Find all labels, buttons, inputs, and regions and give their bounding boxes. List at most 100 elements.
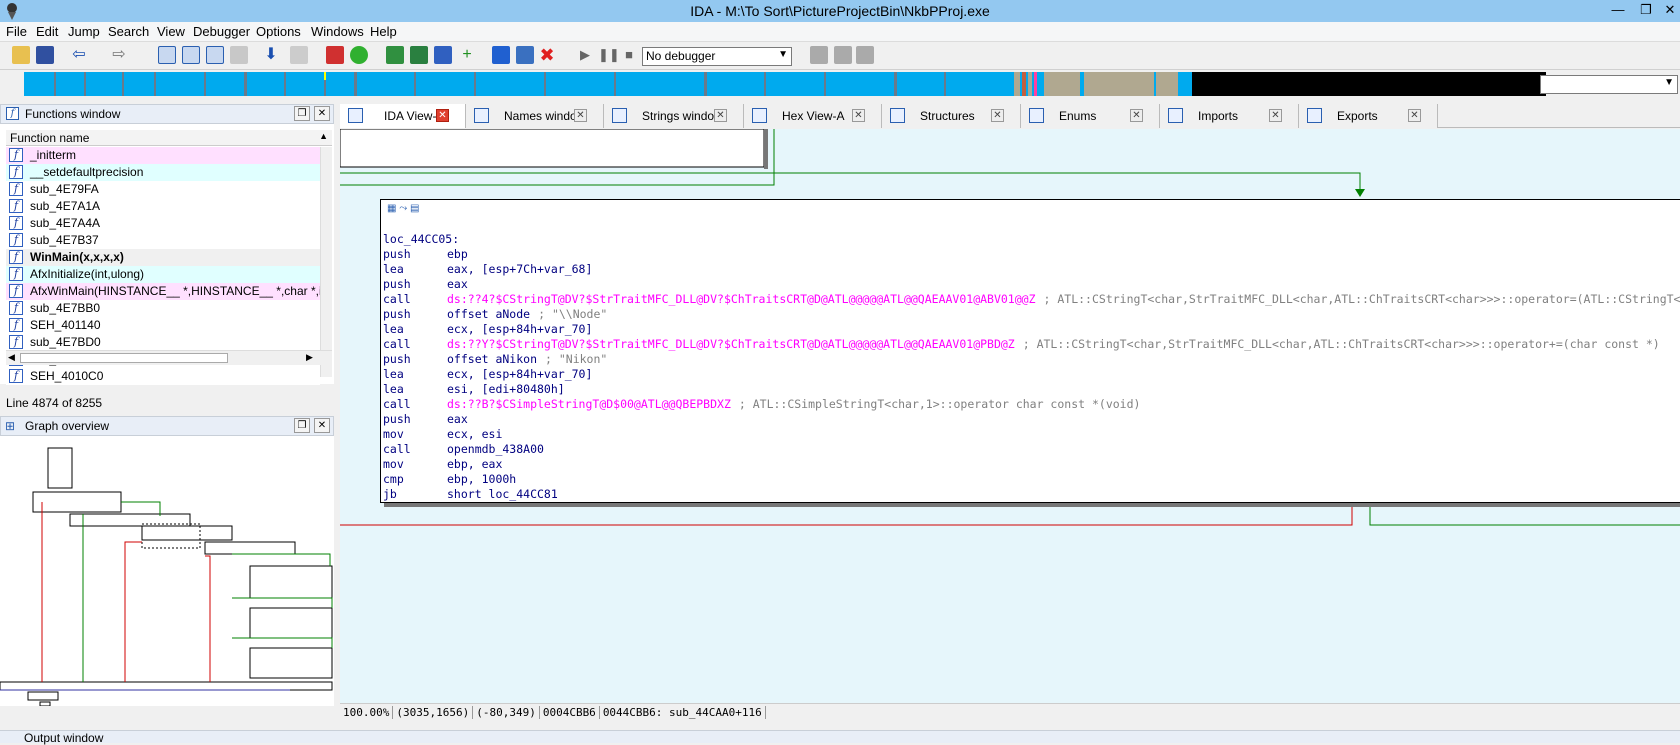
forward-arrow-icon[interactable]: ⇨ — [110, 46, 128, 64]
tab-structures[interactable]: Structures ✕ — [882, 104, 1021, 128]
scroll-right-icon[interactable]: ▶ — [306, 352, 313, 363]
function-list-hscrollbar[interactable]: ◀ ▶ — [6, 350, 332, 365]
tab-ida-view-a[interactable]: IDA View-A ✕ — [340, 104, 466, 128]
menu-debugger[interactable]: Debugger — [193, 24, 250, 39]
operand[interactable]: offset aNikon — [447, 352, 537, 366]
code-line[interactable]: lea ecx, [esp+84h+var_70] — [383, 322, 592, 337]
navigation-strip[interactable] — [24, 72, 1546, 96]
play-icon[interactable]: ▶ — [576, 46, 594, 64]
segment-combo[interactable]: ▼ — [1540, 75, 1678, 94]
menu-help[interactable]: Help — [370, 24, 397, 39]
close-icon[interactable]: ✕ — [314, 106, 330, 121]
back-arrow-icon[interactable]: ⇦ — [70, 46, 88, 64]
code-label[interactable]: loc_44CC05: — [383, 232, 459, 247]
function-list-item[interactable]: f AfxWinMain(HINSTANCE__ *,HINSTANCE__ *,… — [6, 283, 320, 300]
tab-strings-window[interactable]: Strings window ✕ — [604, 104, 744, 128]
operand[interactable]: offset aNode — [447, 307, 530, 321]
tab-close-icon[interactable]: ✕ — [1269, 109, 1282, 122]
menu-jump[interactable]: Jump — [68, 24, 100, 39]
code-line[interactable]: mov ecx, esi — [383, 427, 502, 442]
tab-names-window[interactable]: Names window ✕ — [466, 104, 604, 128]
struct-icon[interactable] — [230, 46, 248, 64]
function-list-item[interactable]: f AfxInitialize(int,ulong) — [6, 266, 320, 283]
function-list-item[interactable]: f sub_4E7A4A — [6, 215, 320, 232]
operand[interactable]: ds:??Y?$CStringT@DV?$StrTraitMFC_DLL@DV?… — [447, 337, 1015, 351]
code-line[interactable]: mov ebp, eax — [383, 457, 502, 472]
operand[interactable]: ds:??B?$CSimpleStringT@D$00@ATL@@QBEPBDX… — [447, 397, 731, 411]
scroll-thumb[interactable] — [20, 353, 228, 363]
code-line[interactable]: call ds:??Y?$CStringT@DV?$StrTraitMFC_DLL… — [383, 337, 1660, 352]
function-list-scrollbar[interactable] — [320, 147, 332, 377]
code-line[interactable]: cmp ebp, 1000h — [383, 472, 516, 487]
create-function-icon[interactable] — [386, 46, 404, 64]
run-icon[interactable] — [350, 46, 368, 64]
tab-close-icon[interactable]: ✕ — [852, 109, 865, 122]
code-block[interactable]: ▦ ⤳ ▤ loc_44CC05: push ebp lea eax, [esp+7C… — [380, 199, 1680, 503]
menu-edit[interactable]: Edit — [36, 24, 58, 39]
close-icon[interactable]: ✕ — [314, 418, 330, 433]
function-list-item[interactable]: f sub_4E7BB0 — [6, 300, 320, 317]
function-list-item[interactable]: f sub_4E7B37 — [6, 232, 320, 249]
operand[interactable]: eax — [447, 277, 468, 291]
function-name-column-header[interactable]: Function name ▲ — [6, 130, 332, 146]
float-icon[interactable]: ❐ — [294, 418, 310, 433]
function-list-item[interactable]: f SEH_401140 — [6, 317, 320, 334]
operand[interactable]: ebp, eax — [447, 457, 502, 471]
add-segment-icon[interactable] — [410, 46, 428, 64]
operand[interactable]: short loc_44CC81 — [447, 487, 558, 501]
attach-icon[interactable] — [834, 46, 852, 64]
operand[interactable]: ecx, esi — [447, 427, 502, 441]
function-list-item[interactable]: f WinMain(x,x,x,x) — [6, 249, 320, 266]
tab-hex-view-a[interactable]: Hex View-A ✕ — [744, 104, 882, 128]
operand[interactable]: openmdb_438A00 — [447, 442, 544, 456]
tab-close-icon[interactable]: ✕ — [1408, 109, 1421, 122]
block-toolbar-icons[interactable]: ▦ ⤳ ▤ — [387, 203, 419, 214]
menu-windows[interactable]: Windows — [311, 24, 364, 39]
open-icon[interactable] — [12, 46, 30, 64]
operand[interactable]: eax, [esp+7Ch+var_68] — [447, 262, 592, 276]
function-list-item[interactable]: f sub_4E79FA — [6, 181, 320, 198]
graph-icon[interactable] — [326, 46, 344, 64]
offset-icon[interactable] — [206, 46, 224, 64]
float-icon[interactable]: ❐ — [294, 106, 310, 121]
add-icon[interactable]: + — [458, 46, 476, 64]
code-line[interactable]: push offset aNode ; "\\Node" — [383, 307, 607, 322]
code-line[interactable]: lea ecx, [esp+84h+var_70] — [383, 367, 592, 382]
menu-search[interactable]: Search — [108, 24, 149, 39]
tab-close-icon[interactable]: ✕ — [436, 109, 449, 122]
operand[interactable]: ecx, [esp+84h+var_70] — [447, 322, 592, 336]
code-icon[interactable] — [158, 46, 176, 64]
code-line[interactable]: call openmdb_438A00 — [383, 442, 544, 457]
close-button[interactable]: ✕ — [1656, 0, 1680, 20]
function-list-item[interactable]: f sub_4E7BD0 — [6, 334, 320, 351]
tab-close-icon[interactable]: ✕ — [714, 109, 727, 122]
save-icon[interactable] — [36, 46, 54, 64]
function-list-item[interactable]: f _initterm — [6, 147, 320, 164]
function-list-item[interactable]: f SEH_4010C0 — [6, 368, 320, 385]
data-icon[interactable] — [182, 46, 200, 64]
code-line[interactable]: push offset aNikon ; "Nikon" — [383, 352, 607, 367]
text-icon[interactable] — [434, 46, 452, 64]
delete-icon[interactable]: ✖ — [538, 46, 556, 64]
operand[interactable]: ebp — [447, 247, 468, 261]
tab-exports[interactable]: Exports ✕ — [1299, 104, 1438, 128]
bug-icon[interactable] — [492, 46, 510, 64]
code-line[interactable]: push ebp — [383, 247, 468, 262]
menu-file[interactable]: File — [6, 24, 27, 39]
menu-options[interactable]: Options — [256, 24, 301, 39]
code-line[interactable]: lea esi, [edi+80480h] — [383, 382, 565, 397]
edit-icon[interactable] — [516, 46, 534, 64]
pause-icon[interactable]: ❚❚ — [598, 46, 620, 64]
function-list-item[interactable]: f __setdefaultprecision — [6, 164, 320, 181]
tab-enums[interactable]: Enums ✕ — [1021, 104, 1160, 128]
code-line[interactable]: push eax — [383, 412, 468, 427]
operand[interactable]: esi, [edi+80480h] — [447, 382, 565, 396]
tab-imports[interactable]: Imports ✕ — [1160, 104, 1299, 128]
operand[interactable]: ecx, [esp+84h+var_70] — [447, 367, 592, 381]
code-line[interactable]: push eax — [383, 277, 468, 292]
operand[interactable]: ebp, 1000h — [447, 472, 516, 486]
code-line[interactable]: call ds:??4?$CStringT@DV?$StrTraitMFC_DLL… — [383, 292, 1680, 307]
operand[interactable]: eax — [447, 412, 468, 426]
code-line[interactable]: jb short loc_44CC81 — [383, 487, 558, 502]
graph-overview-canvas[interactable] — [0, 438, 334, 706]
